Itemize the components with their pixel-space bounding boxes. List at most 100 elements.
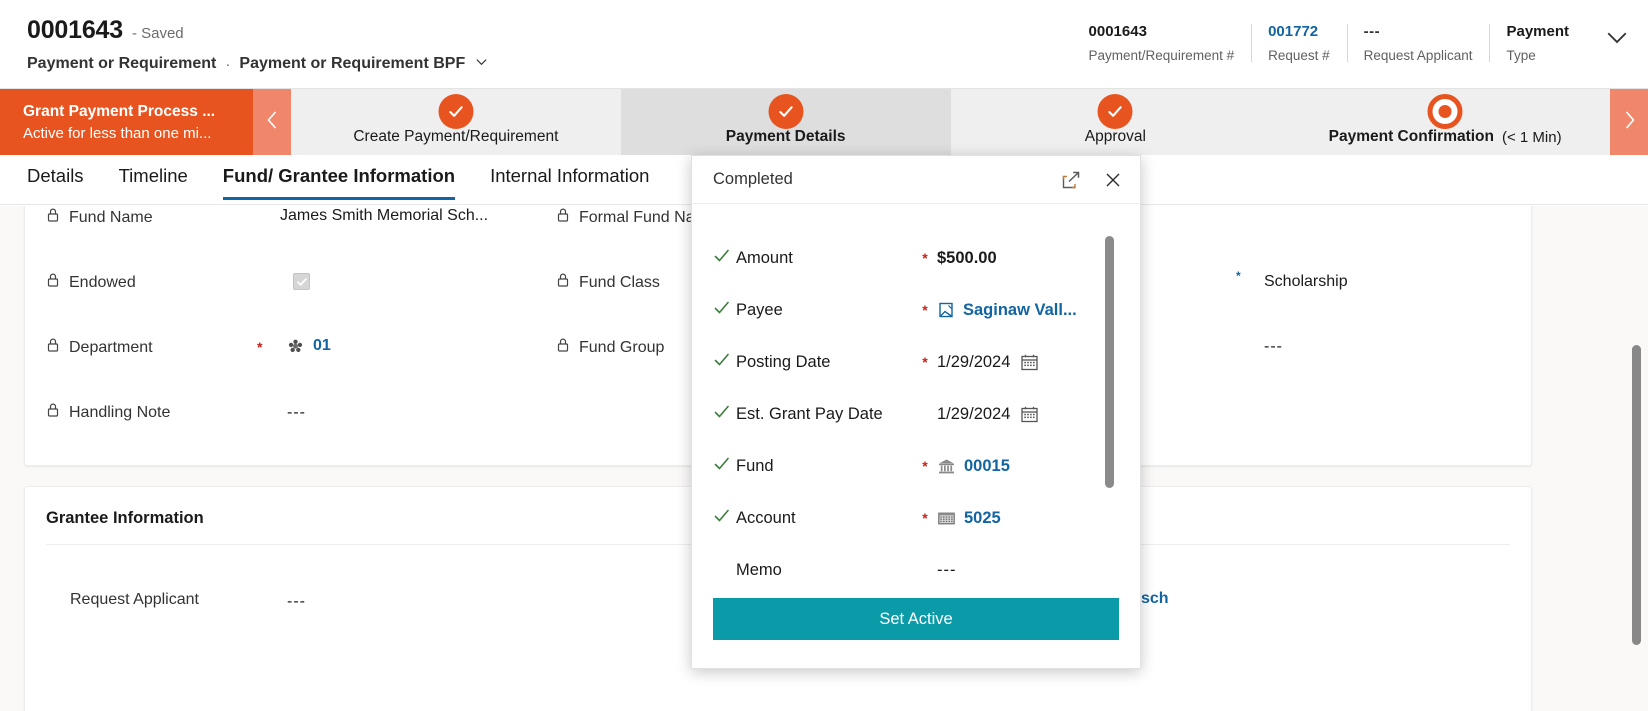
tab-details[interactable]: Details [27,165,84,194]
flyout-row-memo: Memo --- [692,544,1140,588]
calendar-icon[interactable] [1020,405,1039,424]
flyout-field-label: Account [736,508,796,527]
lock-icon [46,337,60,358]
field-required-marker-department: * [257,339,262,355]
lock-icon [556,272,570,293]
close-icon[interactable] [1100,167,1126,193]
field-value-department[interactable]: 01 [287,337,331,355]
required-asterisk: * [257,339,263,355]
field-value-request-applicant: --- [287,593,306,611]
field-value-text: --- [1264,338,1283,355]
flyout-field-value-fund[interactable]: 00015 [937,457,1102,476]
field-value-fund-name: James Smith Memorial Sch... [280,207,488,225]
bpf-stage-label: Create Payment/Requirement [353,128,559,145]
field-label-text: Fund Class [579,273,660,291]
record-header: 0001643 - Saved Payment or Requirement ·… [0,0,1648,89]
header-field-request-number[interactable]: 001772 Request # [1251,22,1347,64]
tab-timeline[interactable]: Timeline [119,165,188,194]
flyout-field-value-est-grant-pay-date[interactable]: 1/29/2024 [937,405,1102,424]
field-value-endowed[interactable] [293,273,310,290]
header-field-type: Payment Type [1489,22,1586,64]
form-body-scrollbar[interactable] [1632,345,1641,645]
calendar-icon[interactable] [1020,353,1039,372]
flyout-field-value-memo[interactable]: --- [937,561,1102,580]
bpf-stage-approval[interactable]: Approval [950,89,1281,155]
check-icon [713,403,736,426]
bpf-stage-list: Create Payment/Requirement Payment Detai… [291,89,1610,155]
flyout-row-est-grant-pay-date: Est. Grant Pay Date 1/29/2024 [692,388,1140,440]
field-row-request-applicant: Request Applicant [70,591,199,609]
field-value-text: James Smith Memorial Sch... [280,207,489,224]
bpf-stage-label: Payment Details [725,128,846,145]
field-value-text[interactable]: 01 [313,337,331,355]
required-asterisk: * [922,458,928,474]
flyout-footer: Set Active [692,588,1140,668]
lock-icon [46,272,60,293]
bpf-stage-payment-details[interactable]: Payment Details [620,89,951,155]
tab-internal-information[interactable]: Internal Information [490,165,649,194]
bank-icon [937,457,956,476]
bpf-stage-label: Approval [1084,128,1146,145]
flyout-row-payee: Payee * Saginaw Vall... [692,284,1140,336]
field-value-text[interactable]: sch [1141,590,1169,608]
field-label-text: Fund Name [69,208,153,226]
checkbox-checked[interactable] [293,273,310,290]
breadcrumb-bpf-name[interactable]: Payment or Requirement BPF [239,55,465,73]
bpf-title-block[interactable]: Grant Payment Process ... Active for les… [0,89,253,155]
flyout-field-value-text: --- [937,560,957,579]
set-active-button[interactable]: Set Active [713,598,1119,640]
breadcrumb-separator: · [225,55,231,73]
flyout-field-label: Memo [736,560,782,579]
chevron-down-icon[interactable] [1602,32,1632,56]
field-label: Fund Class [556,272,660,293]
lock-icon [556,207,570,228]
bpf-next-button[interactable] [1610,89,1648,155]
bpf-previous-button[interactable] [253,89,291,155]
header-field-value: 0001643 [1088,23,1147,40]
field-label: Handling Note [46,402,170,423]
field-value-text: Scholarship [1264,273,1348,290]
record-breadcrumb: Payment or Requirement · Payment or Requ… [27,54,489,74]
field-label-text: Handling Note [69,403,171,421]
flyout-field-value-text: 5025 [964,508,1001,527]
lock-icon [556,337,570,358]
bpf-process-status: Active for less than one mi... [23,125,212,142]
chevron-right-icon [1620,108,1639,137]
header-expand-button[interactable] [1586,22,1632,57]
field-label: Request Applicant [70,591,199,609]
flyout-field-label: Fund [736,456,774,475]
header-field-label: Request # [1268,48,1330,63]
flyout-field-value-posting-date[interactable]: 1/29/2024 [937,353,1102,372]
chevron-down-icon[interactable] [474,54,489,74]
header-field-value: Payment [1506,23,1569,40]
tab-fund-grantee-information[interactable]: Fund/ Grantee Information [222,165,456,200]
flyout-field-value-amount[interactable]: $500.00 [937,249,1102,268]
header-field-value[interactable]: 001772 [1268,22,1330,42]
pop-out-icon[interactable] [1058,167,1084,193]
bpf-stage-payment-confirmation[interactable]: Payment Confirmation (< 1 Min) [1280,89,1610,155]
field-value-text: --- [287,404,306,421]
record-header-left: 0001643 - Saved Payment or Requirement ·… [0,0,489,74]
field-value-grantee-partial[interactable]: sch [1141,590,1169,608]
flyout-field-value-payee[interactable]: Saginaw Vall... [937,301,1102,320]
check-icon [713,247,736,270]
lock-icon [46,207,60,228]
required-asterisk: * [922,250,928,266]
field-label: Department [46,337,153,358]
check-icon [713,455,736,478]
field-value-text: --- [287,593,306,610]
flyout-field-value-text: 1/29/2024 [937,404,1011,423]
flyout-field-value-account[interactable]: 5025 [937,509,1102,528]
flyout-row-posting-date: Posting Date * 1/29/2024 [692,336,1140,388]
header-field-label: Payment/Requirement # [1088,48,1235,63]
header-field-request-applicant: --- Request Applicant [1346,22,1490,64]
record-title-row: 0001643 - Saved [27,16,489,45]
flyout-field-label: Posting Date [736,352,831,371]
lock-icon [46,402,60,423]
business-process-flow-bar: Grant Payment Process ... Active for les… [0,89,1648,155]
bpf-stage-create-payment-requirement[interactable]: Create Payment/Requirement [291,89,621,155]
header-field-value: --- [1363,23,1381,40]
field-row-endowed: Endowed [46,272,136,293]
flyout-scrollbar[interactable] [1105,236,1114,488]
field-label: Fund Name [46,207,153,228]
